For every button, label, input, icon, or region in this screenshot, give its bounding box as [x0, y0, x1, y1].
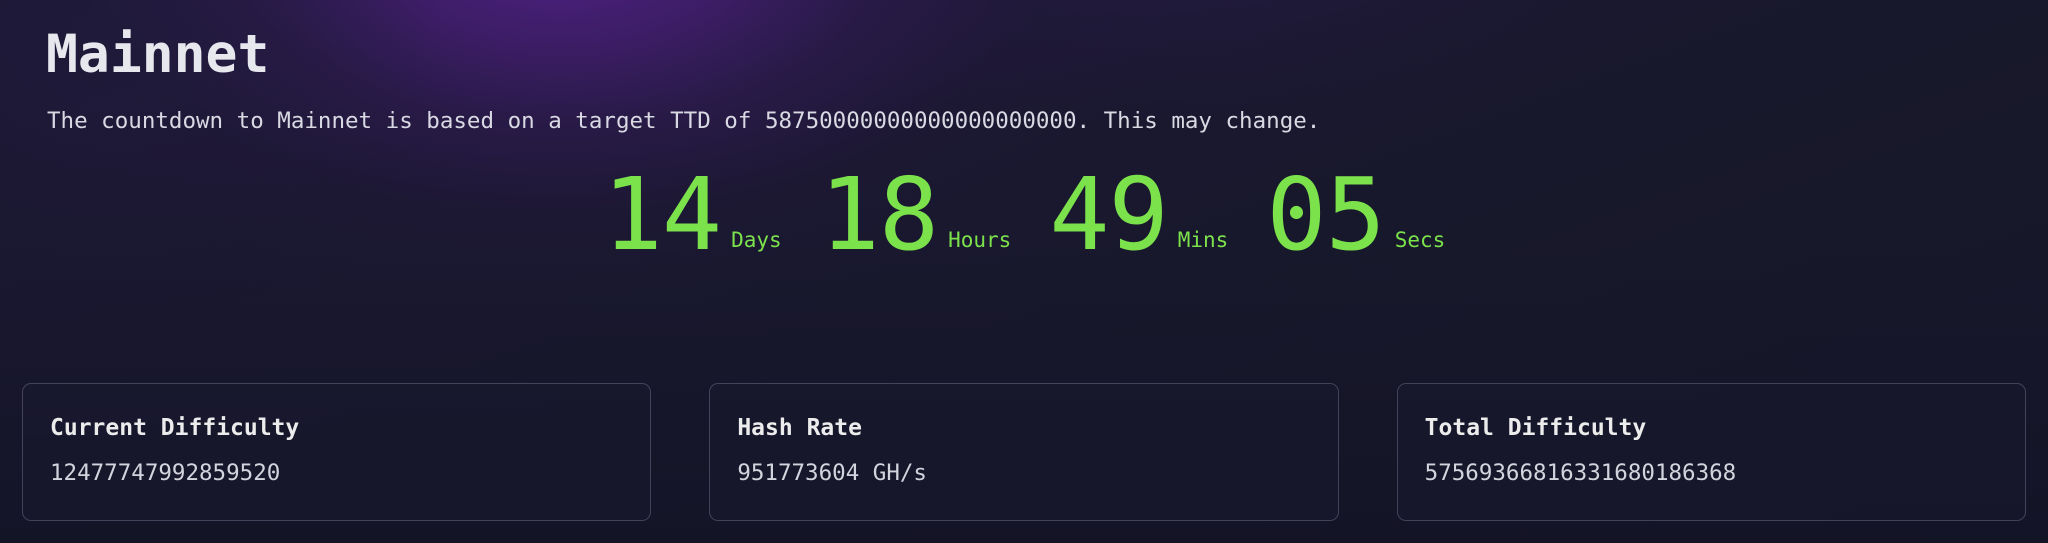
countdown-mins-value: 49 — [1049, 156, 1168, 273]
mainnet-countdown-page: Mainnet The countdown to Mainnet is base… — [0, 0, 2048, 543]
countdown-secs-value: 05 — [1266, 156, 1385, 273]
stat-cards: Current Difficulty 12477747992859520 Has… — [22, 383, 2026, 521]
stat-card-label: Total Difficulty — [1424, 415, 1647, 441]
stat-card-value: 57569366816331680186368 — [1424, 460, 1737, 486]
countdown-days-label: Days — [731, 228, 782, 252]
stat-card-total-difficulty: Total Difficulty 57569366816331680186368 — [1396, 383, 2026, 521]
countdown-unit-mins: 49 Mins — [1049, 156, 1229, 273]
page-subtitle: The countdown to Mainnet is based on a t… — [47, 108, 1321, 134]
stat-card-value: 951773604 GH/s — [737, 460, 927, 486]
countdown-unit-secs: 05 Secs — [1266, 156, 1446, 273]
page-title: Mainnet — [46, 24, 270, 85]
countdown-timer: 14 Days 18 Hours 49 Mins 05 Secs — [0, 156, 2048, 273]
countdown-hours-label: Hours — [948, 228, 1012, 252]
page-content: Mainnet The countdown to Mainnet is base… — [0, 0, 2048, 543]
countdown-secs-label: Secs — [1394, 228, 1446, 252]
stat-card-label: Hash Rate — [737, 415, 862, 441]
countdown-hours-value: 18 — [819, 156, 939, 273]
stat-card-value: 12477747992859520 — [50, 460, 281, 486]
countdown-days-value: 14 — [602, 156, 722, 273]
countdown-unit-hours: 18 Hours — [819, 156, 1012, 273]
stat-card-hash-rate: Hash Rate 951773604 GH/s — [709, 383, 1339, 521]
stat-card-label: Current Difficulty — [50, 415, 300, 441]
countdown-unit-days: 14 Days — [602, 156, 782, 273]
countdown-mins-label: Mins — [1177, 228, 1229, 252]
stat-card-current-difficulty: Current Difficulty 12477747992859520 — [22, 383, 652, 521]
